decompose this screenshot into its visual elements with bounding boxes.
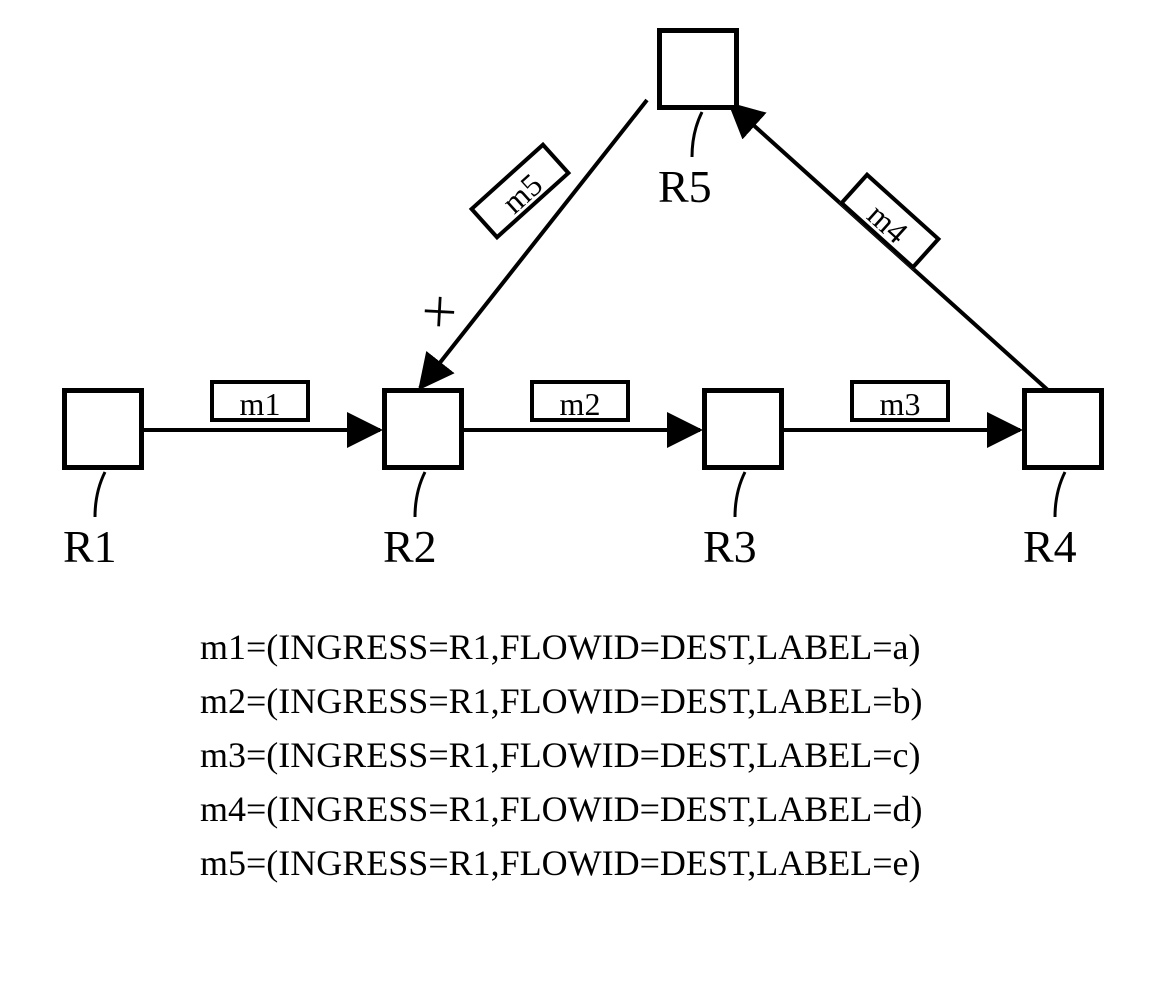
node-r1 <box>62 388 144 470</box>
msg-m1: m1 <box>210 380 310 422</box>
node-r2 <box>382 388 464 470</box>
node-r5 <box>657 28 739 110</box>
label-r1: R1 <box>63 520 117 573</box>
msg-m2: m2 <box>530 380 630 422</box>
def-m3: m3=(INGRESS=R1,FLOWID=DEST,LABEL=c) <box>200 728 923 782</box>
node-r4 <box>1022 388 1104 470</box>
label-r2: R2 <box>383 520 437 573</box>
msg-m3: m3 <box>850 380 950 422</box>
message-definitions: m1=(INGRESS=R1,FLOWID=DEST,LABEL=a) m2=(… <box>200 620 923 890</box>
def-m1: m1=(INGRESS=R1,FLOWID=DEST,LABEL=a) <box>200 620 923 674</box>
diagram-canvas: R1 R2 R3 R4 R5 m1 m2 m3 m4 m5 × m1=(INGR… <box>0 0 1155 994</box>
def-m2: m2=(INGRESS=R1,FLOWID=DEST,LABEL=b) <box>200 674 923 728</box>
def-m4: m4=(INGRESS=R1,FLOWID=DEST,LABEL=d) <box>200 782 923 836</box>
label-r4: R4 <box>1023 520 1077 573</box>
label-r5: R5 <box>658 160 712 213</box>
def-m5: m5=(INGRESS=R1,FLOWID=DEST,LABEL=e) <box>200 836 923 890</box>
node-r3 <box>702 388 784 470</box>
label-r3: R3 <box>703 520 757 573</box>
